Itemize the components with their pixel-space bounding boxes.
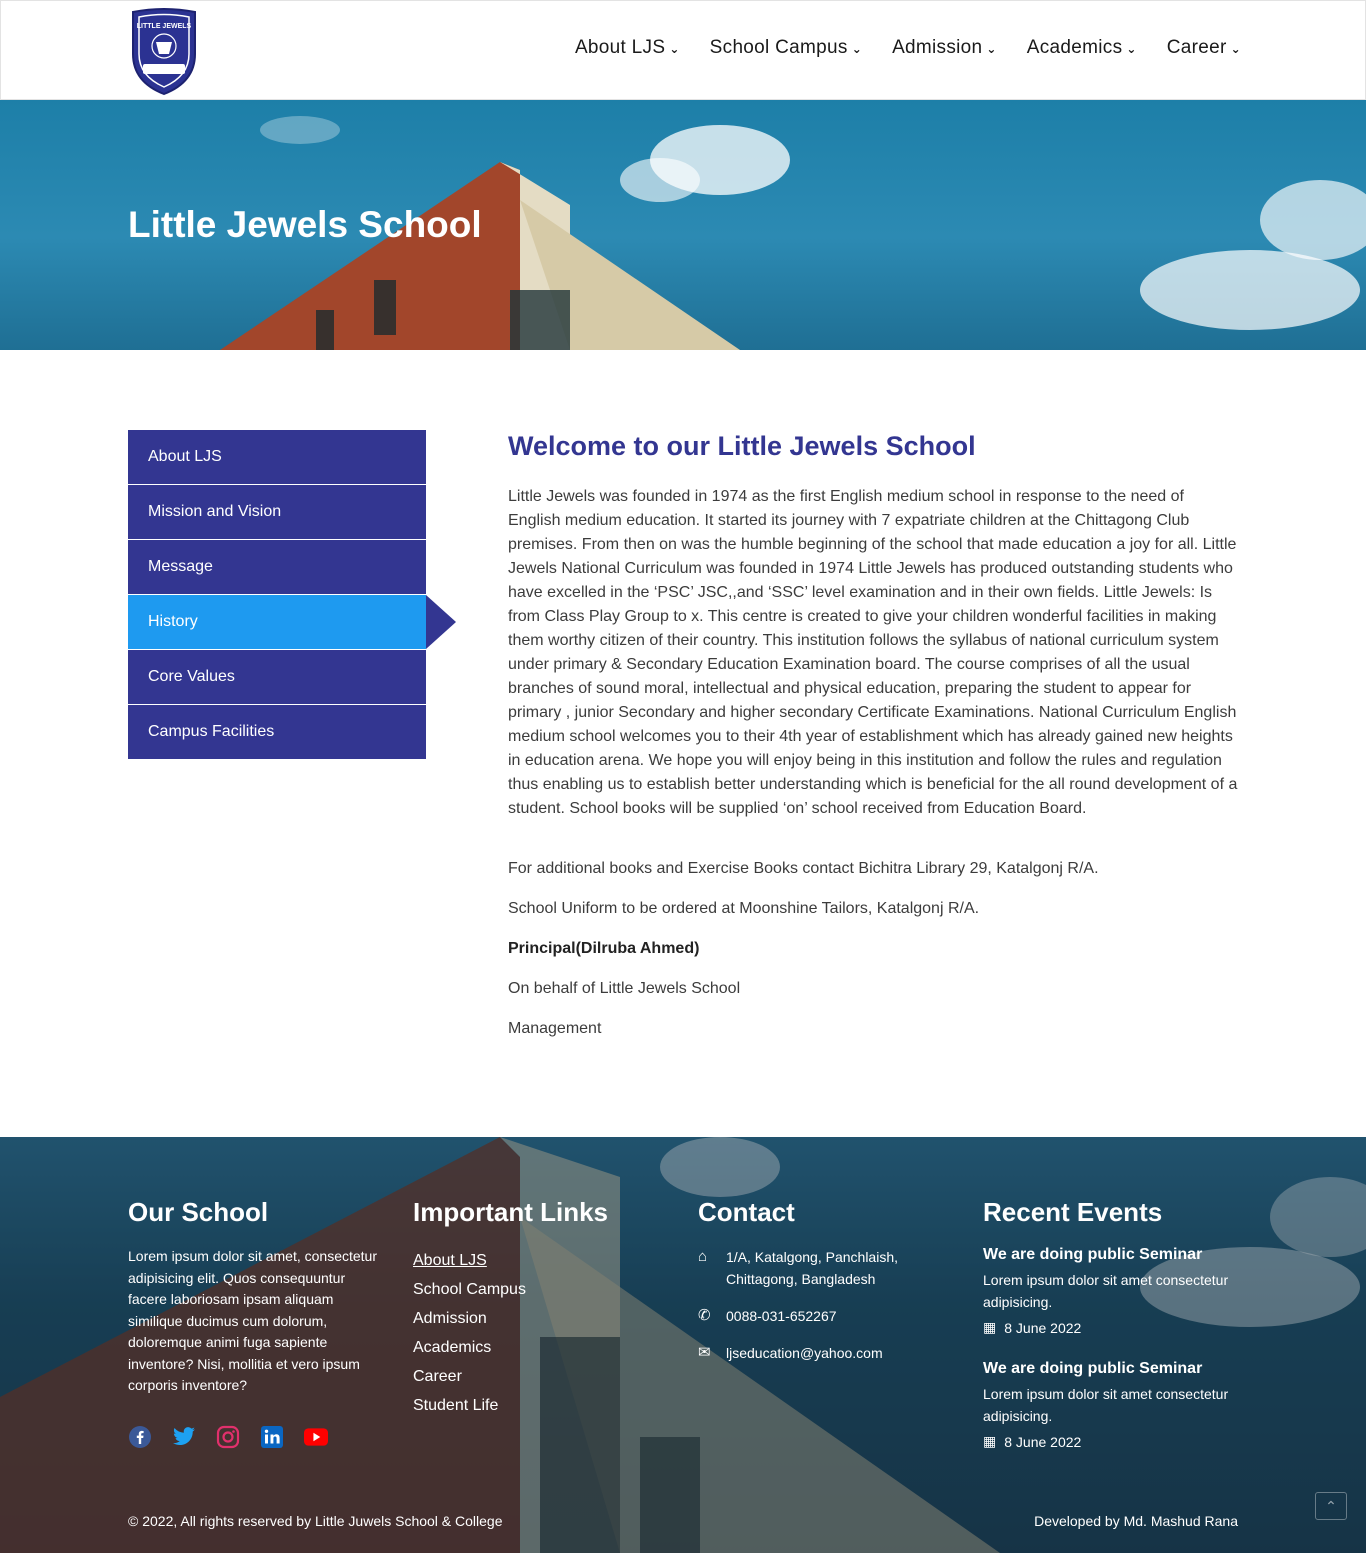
footer-link-academics[interactable]: Academics [413, 1333, 653, 1362]
about-sidebar: About LJS Mission and Vision Message His… [128, 430, 456, 760]
history-paragraph: Little Jewels was founded in 1974 as the… [508, 488, 1238, 817]
sidebar-item-label: Campus Facilities [148, 723, 275, 740]
footer-links-title: Important Links [413, 1197, 609, 1227]
contact-phone-row: ✆ 0088-031-652267 [698, 1305, 938, 1327]
chevron-down-icon: ⌄ [986, 42, 997, 56]
chevron-up-icon: ⌃ [1325, 1497, 1337, 1514]
sidebar-item-label: Mission and Vision [148, 503, 282, 520]
event-date: 8 June 2022 [1004, 1319, 1082, 1336]
school-logo[interactable]: LITTLE JEWELS [129, 8, 199, 96]
footer-contact: Contact ⌂ 1/A, Katalgong, Panchlaish, Ch… [698, 1197, 938, 1379]
footer-link-career[interactable]: Career [413, 1362, 653, 1391]
sidebar-item-core-values[interactable]: Core Values [128, 650, 426, 704]
footer-contact-title: Contact [698, 1197, 795, 1227]
sidebar-item-message[interactable]: Message [128, 540, 426, 594]
social-links [128, 1425, 328, 1449]
youtube-icon[interactable] [304, 1425, 328, 1449]
sidebar-item-label: Core Values [148, 668, 235, 685]
footer-recent-events: Recent Events We are doing public Semina… [983, 1197, 1238, 1450]
event-title: We are doing public Seminar [983, 1246, 1203, 1263]
main-nav: About LJS ⌄ School Campus ⌄ Admission ⌄ Aca… [575, 37, 1241, 59]
welcome-heading: Welcome to our Little Jewels School [508, 431, 976, 461]
uniform-info: School Uniform to be ordered at Moonshin… [508, 900, 980, 917]
principal-name: Principal(Dilruba Ahmed) [508, 940, 700, 957]
nav-admission[interactable]: Admission ⌄ [892, 37, 997, 59]
event-text: Lorem ipsum dolor sit amet consectetur a… [983, 1386, 1229, 1424]
scroll-to-top-button[interactable]: ⌃ [1315, 1492, 1347, 1520]
copyright-text: © 2022, All rights reserved by Little Ju… [128, 1513, 503, 1529]
linkedin-icon[interactable] [260, 1425, 284, 1449]
instagram-icon[interactable] [216, 1425, 240, 1449]
contact-email[interactable]: ljseducation@yahoo.com [726, 1342, 883, 1364]
behalf-text: On behalf of Little Jewels School [508, 980, 741, 997]
sidebar-item-campus-facilities[interactable]: Campus Facilities [128, 705, 426, 759]
event-item[interactable]: We are doing public Seminar Lorem ipsum … [983, 1360, 1238, 1450]
books-info: For additional books and Exercise Books … [508, 860, 1099, 877]
facebook-icon[interactable] [128, 1425, 152, 1449]
site-header: LITTLE JEWELS About LJS ⌄ School Campus ⌄ … [0, 0, 1366, 100]
phone-icon: ✆ [698, 1307, 711, 1324]
sidebar-item-mission[interactable]: Mission and Vision [128, 485, 426, 539]
nav-career[interactable]: Career ⌄ [1167, 37, 1241, 59]
contact-email-row: ✉ ljseducation@yahoo.com [698, 1342, 938, 1364]
sidebar-item-about[interactable]: About LJS [128, 430, 426, 484]
page-title: Little Jewels School [128, 204, 482, 245]
footer-events-title: Recent Events [983, 1197, 1163, 1227]
contact-phone[interactable]: 0088-031-652267 [726, 1305, 837, 1327]
nav-about[interactable]: About LJS ⌄ [575, 37, 680, 59]
event-date: 8 June 2022 [1004, 1433, 1082, 1450]
footer-our-school: Our School Lorem ipsum dolor sit amet, c… [128, 1197, 383, 1397]
nav-academics[interactable]: Academics ⌄ [1027, 37, 1137, 59]
sidebar-item-label: Message [148, 558, 213, 575]
calendar-icon: ▦ [983, 1433, 997, 1449]
footer-link-student-life[interactable]: Student Life [413, 1391, 653, 1420]
event-item[interactable]: We are doing public Seminar Lorem ipsum … [983, 1246, 1238, 1336]
twitter-icon[interactable] [172, 1425, 196, 1449]
nav-school-campus-label: School Campus [709, 37, 848, 58]
nav-school-campus[interactable]: School Campus ⌄ [710, 37, 862, 59]
contact-address-row: ⌂ 1/A, Katalgong, Panchlaish, Chittagong… [698, 1246, 938, 1290]
nav-academics-label: Academics [1026, 37, 1123, 58]
footer-link-admission[interactable]: Admission [413, 1304, 653, 1333]
footer-our-school-text: Lorem ipsum dolor sit amet, consectetur … [128, 1248, 377, 1393]
sidebar-item-history[interactable]: History [128, 595, 456, 649]
chevron-down-icon: ⌄ [1230, 42, 1241, 56]
nav-admission-label: Admission [892, 37, 983, 58]
sidebar-item-label: About LJS [148, 448, 222, 465]
envelope-icon: ✉ [698, 1344, 711, 1361]
footer-our-school-title: Our School [128, 1197, 269, 1227]
sidebar-item-label: History [148, 613, 198, 630]
chevron-down-icon: ⌄ [669, 42, 680, 56]
nav-career-label: Career [1166, 37, 1227, 58]
chevron-down-icon: ⌄ [1126, 42, 1137, 56]
contact-address: 1/A, Katalgong, Panchlaish, Chittagong, … [726, 1249, 899, 1287]
management-text: Management [508, 1020, 602, 1037]
event-title: We are doing public Seminar [983, 1360, 1203, 1377]
developer-credit: Developed by Md. Mashud Rana [1034, 1513, 1238, 1529]
footer-important-links: Important Links About LJS School Campus … [413, 1197, 653, 1420]
footer-link-school-campus[interactable]: School Campus [413, 1275, 653, 1304]
home-icon: ⌂ [698, 1248, 708, 1265]
svg-text:LITTLE JEWELS: LITTLE JEWELS [137, 23, 192, 30]
page-banner: Little Jewels School [0, 100, 1366, 350]
site-footer: Our School Lorem ipsum dolor sit amet, c… [0, 1137, 1366, 1553]
chevron-down-icon: ⌄ [851, 42, 863, 56]
footer-link-about[interactable]: About LJS [413, 1246, 653, 1275]
calendar-icon: ▦ [983, 1319, 997, 1335]
nav-about-label: About LJS [574, 37, 666, 58]
event-text: Lorem ipsum dolor sit amet consectetur a… [983, 1272, 1229, 1310]
main-content: Welcome to our Little Jewels School Litt… [508, 430, 1238, 1050]
